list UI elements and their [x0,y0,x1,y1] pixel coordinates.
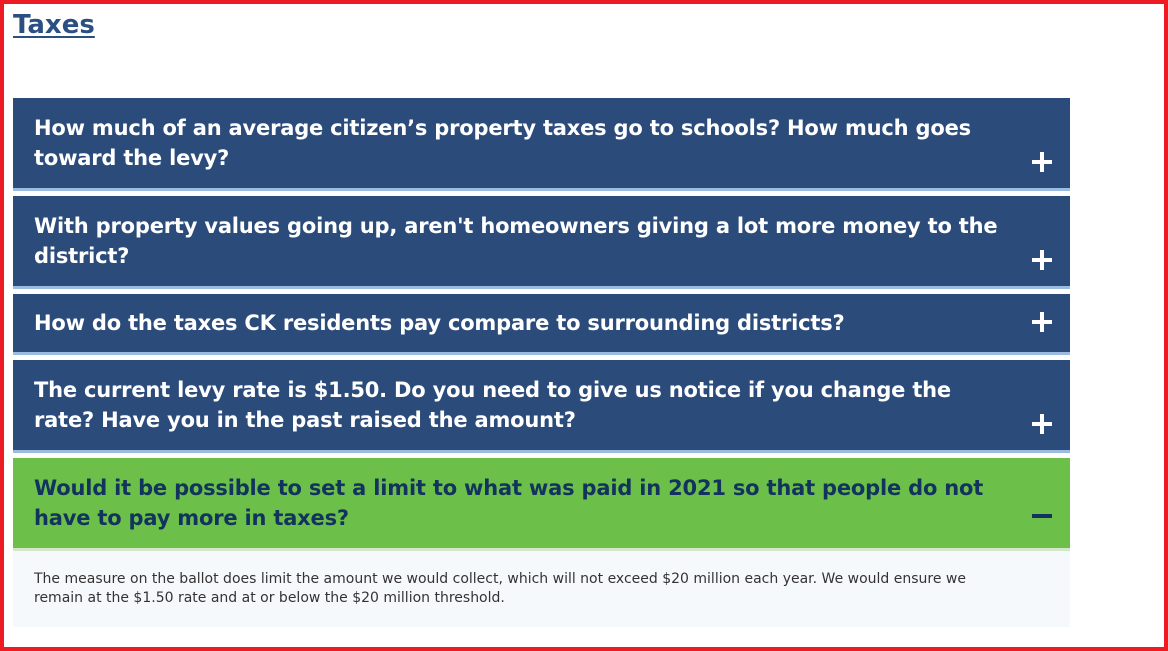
faq-question-button[interactable]: The current levy rate is $1.50. Do you n… [13,360,1070,453]
faq-answer-panel: The measure on the ballot does limit the… [13,546,1070,627]
faq-question-text: The current levy rate is $1.50. Do you n… [34,378,951,432]
faq-question-button[interactable]: How much of an average citizen’s propert… [13,98,1070,191]
plus-icon[interactable] [1032,250,1052,270]
faq-question-text: How do the taxes CK residents pay compar… [34,311,845,335]
faq-item-expanded: Would it be possible to set a limit to w… [13,458,1070,627]
faq-item: The current levy rate is $1.50. Do you n… [13,360,1070,453]
faq-question-text: Would it be possible to set a limit to w… [34,476,984,530]
faq-item: How much of an average citizen’s propert… [13,98,1070,191]
faq-item: How do the taxes CK residents pay compar… [13,294,1070,355]
minus-icon[interactable] [1032,506,1052,526]
faq-question-button[interactable]: With property values going up, aren't ho… [13,196,1070,289]
faq-question-text: With property values going up, aren't ho… [34,214,998,268]
plus-icon[interactable] [1032,414,1052,434]
faq-item: With property values going up, aren't ho… [13,196,1070,289]
plus-icon[interactable] [1032,152,1052,172]
plus-icon[interactable] [1032,312,1052,332]
faq-answer-text: The measure on the ballot does limit the… [34,571,966,606]
faq-question-text: How much of an average citizen’s propert… [34,116,971,170]
section-title-taxes[interactable]: Taxes [13,8,95,42]
faq-accordion: How much of an average citizen’s propert… [13,98,1070,632]
faq-question-button[interactable]: How do the taxes CK residents pay compar… [13,294,1070,355]
page-frame: Taxes How much of an average citizen’s p… [0,0,1168,651]
faq-question-button[interactable]: Would it be possible to set a limit to w… [13,458,1070,551]
